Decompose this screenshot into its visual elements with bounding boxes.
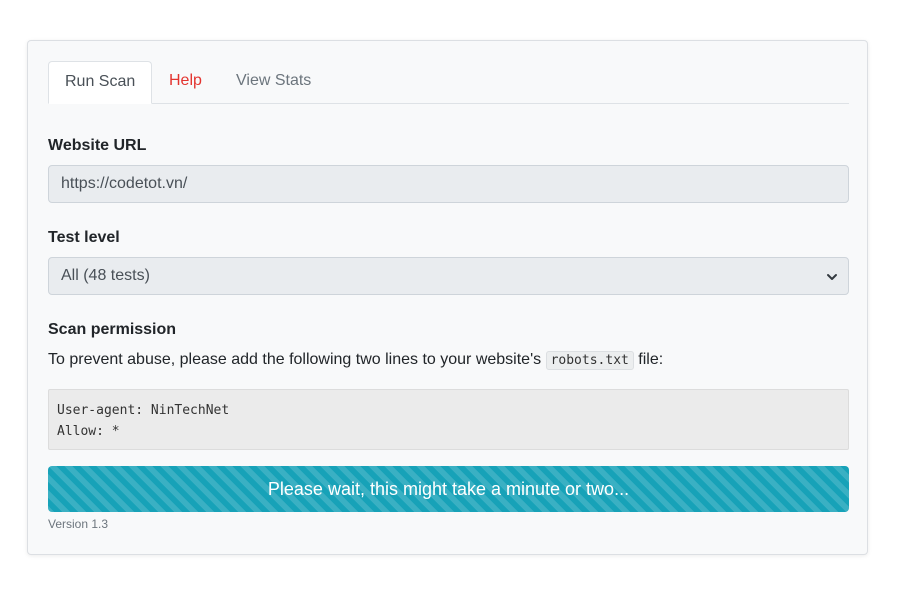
scan-permission-label: Scan permission	[48, 321, 177, 338]
website-url-label: Website URL	[48, 137, 147, 154]
code-line: Allow: *	[57, 424, 120, 439]
description-text-before: To prevent abuse, please add the followi…	[48, 351, 546, 368]
scan-permission-description: To prevent abuse, please add the followi…	[48, 351, 664, 370]
test-level-selected-value: All (48 tests)	[61, 267, 150, 284]
tab-run-scan[interactable]: Run Scan	[48, 61, 153, 104]
robots-filename: robots.txt	[545, 351, 634, 370]
tab-view-stats[interactable]: View Stats	[220, 61, 327, 103]
scan-progress-bar: Please wait, this might take a minute or…	[48, 466, 849, 512]
robots-code-block: User-agent: NinTechNet Allow: *	[48, 389, 849, 450]
website-url-input[interactable]: https://codetot.vn/	[48, 165, 849, 203]
tab-bar: Run Scan Help View Stats	[48, 61, 849, 104]
description-text-after: file:	[633, 351, 664, 368]
chevron-down-icon	[826, 258, 838, 294]
scan-card: Run Scan Help View Stats Website URL htt…	[27, 40, 868, 555]
test-level-label: Test level	[48, 229, 120, 246]
code-line: User-agent: NinTechNet	[57, 403, 230, 418]
tab-help[interactable]: Help	[153, 61, 218, 103]
test-level-select[interactable]: All (48 tests)	[48, 257, 849, 295]
version-label: Version 1.3	[48, 517, 109, 531]
